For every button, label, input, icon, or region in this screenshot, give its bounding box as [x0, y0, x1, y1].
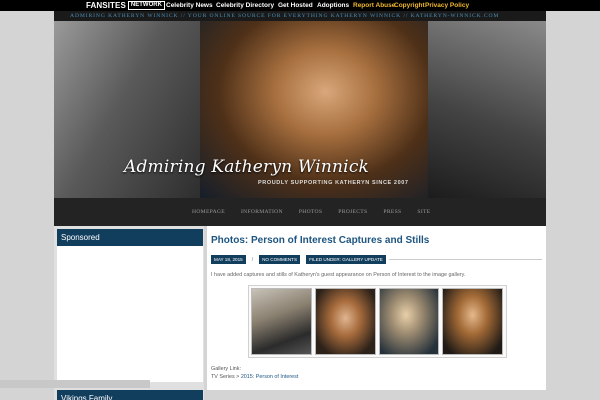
header-banner[interactable]: Admiring Katheryn Winnick PROUDLY SUPPOR…	[54, 21, 546, 198]
site-tagline: ADMIRING KATHERYN WINNICK // YOUR ONLINE…	[54, 11, 546, 21]
meta-separator: /	[251, 256, 254, 263]
nav-information[interactable]: INFORMATION	[241, 209, 283, 215]
gallery-link[interactable]: 2015: Person of Interest	[241, 374, 299, 380]
gallery-path: TV Series > 2015: Person of Interest	[211, 374, 298, 380]
sidebar-gap	[0, 380, 150, 388]
fansites-brand: FANSITES	[86, 1, 126, 10]
gallery-label: Gallery Link:	[211, 366, 241, 372]
nav-copyright[interactable]: Copyright	[394, 2, 425, 9]
nav-report-abuse[interactable]: Report Abuse	[353, 2, 395, 9]
nav-press[interactable]: PRESS	[383, 209, 401, 215]
gallery-thumbnail[interactable]	[378, 288, 440, 355]
nav-site[interactable]: SITE	[417, 209, 430, 215]
nav-projects[interactable]: PROJECTS	[338, 209, 367, 215]
nav-homepage[interactable]: HOMEPAGE	[192, 209, 225, 215]
sidebar: Sponsored Vikings Family	[54, 226, 204, 400]
site-title: Admiring Katheryn Winnick	[124, 157, 370, 177]
nav-celebrity-directory[interactable]: Celebrity Directory	[216, 2, 274, 9]
post-title[interactable]: Photos: Person of Interest Captures and …	[211, 235, 429, 246]
widget-title-vikings-family: Vikings Family	[57, 390, 203, 400]
network-badge: NETWORK	[127, 1, 165, 10]
fansites-network-logo[interactable]: FANSITES NETWORK	[86, 0, 165, 11]
post: Photos: Person of Interest Captures and …	[207, 226, 546, 390]
post-date: MAY 18, 2015	[211, 255, 246, 264]
gallery-path-prefix: TV Series >	[211, 374, 241, 380]
site-subtitle: PROUDLY SUPPORTING KATHERYN SINCE 2007	[258, 180, 409, 186]
gallery-thumbnail[interactable]	[251, 288, 312, 355]
network-bar: FANSITES NETWORK Celebrity News Celebrit…	[0, 0, 600, 11]
header-photo-right	[428, 21, 546, 198]
nav-photos[interactable]: PHOTOS	[299, 209, 322, 215]
nav-adoptions[interactable]: Adoptions	[317, 2, 349, 9]
post-category[interactable]: FILED UNDER: GALLERY UPDATE	[306, 255, 386, 264]
main-nav: HOMEPAGE INFORMATION PHOTOS PROJECTS PRE…	[54, 198, 546, 226]
widget-title-sponsored: Sponsored	[57, 229, 203, 246]
gallery-thumbnail[interactable]	[442, 288, 503, 355]
meta-divider	[388, 259, 542, 260]
post-body: I have added captures and stills of Kath…	[211, 272, 466, 278]
sponsored-area	[57, 246, 203, 382]
nav-privacy-policy[interactable]: Privacy Policy	[425, 2, 469, 9]
post-meta: MAY 18, 2015 / NO COMMENTS FILED UNDER: …	[211, 255, 542, 264]
gallery-thumbnail[interactable]	[314, 288, 376, 355]
nav-celebrity-news[interactable]: Celebrity News	[166, 2, 213, 9]
post-comments-link[interactable]: NO COMMENTS	[259, 255, 301, 264]
nav-get-hosted[interactable]: Get Hosted	[278, 2, 313, 9]
gallery-thumbnails	[248, 285, 507, 358]
